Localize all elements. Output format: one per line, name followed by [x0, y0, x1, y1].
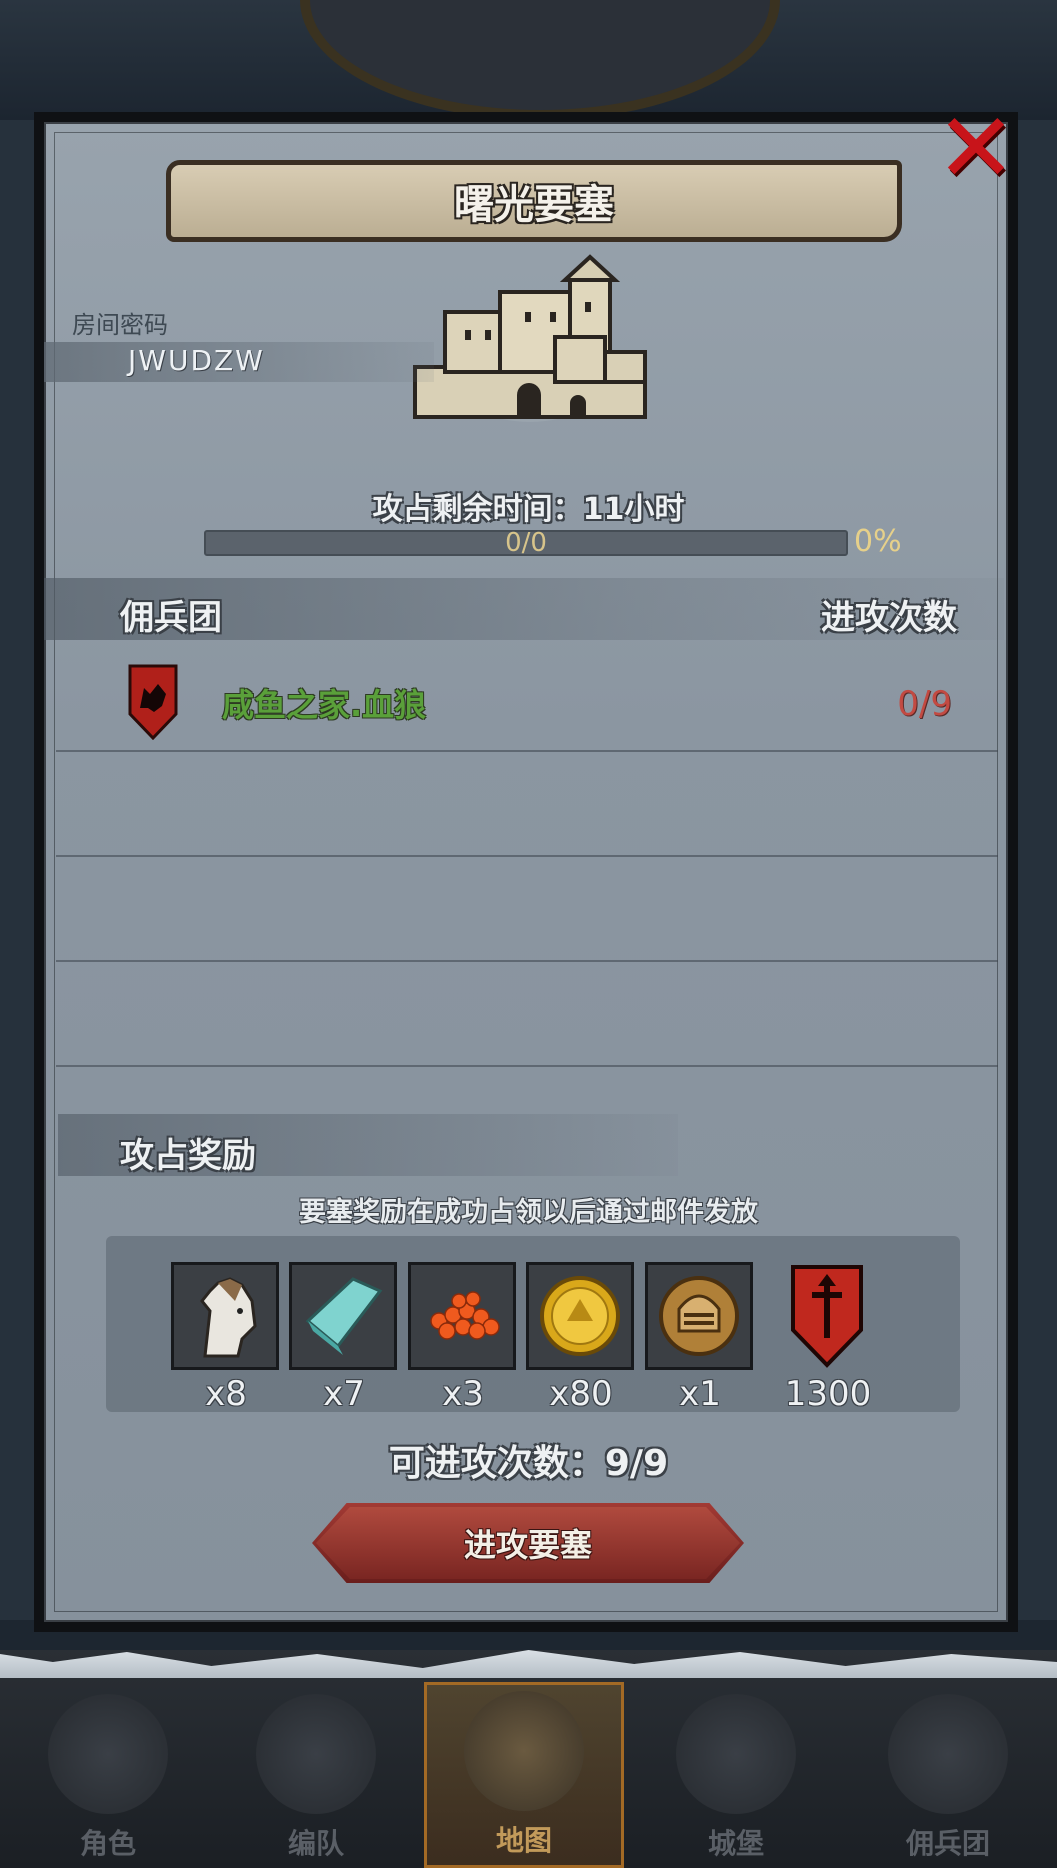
- guild-name[interactable]: 咸鱼之家.血狼: [222, 680, 426, 726]
- cloth-icon: [305, 1277, 383, 1355]
- nav-label: 城堡: [707, 1827, 764, 1860]
- castle-icon: [676, 1694, 796, 1814]
- reward-qty: x80: [549, 1374, 613, 1414]
- background-right: [1017, 120, 1057, 1620]
- room-code-value: JWUDZW: [128, 344, 265, 377]
- reward-item-cloth[interactable]: [289, 1262, 397, 1370]
- room-code-label: 房间密码: [72, 311, 168, 339]
- reward-item-berries[interactable]: [408, 1262, 516, 1370]
- row-divider: [56, 1065, 998, 1067]
- castle-icon: [413, 254, 647, 422]
- reward-title: 攻占奖励: [120, 1136, 256, 1176]
- close-icon[interactable]: ✕: [936, 100, 1016, 196]
- reward-qty: x8: [205, 1374, 247, 1414]
- nav-item-guild[interactable]: 佣兵团: [848, 1682, 1048, 1868]
- progress-percent: 0%: [854, 524, 902, 559]
- attack-fortress-button[interactable]: 进攻要塞: [312, 1503, 744, 1583]
- knight-helmet-coin-icon: [659, 1276, 739, 1356]
- reward-qty: 1300: [784, 1374, 872, 1414]
- capture-progress-bar: 0/0: [204, 528, 848, 558]
- row-divider: [56, 855, 998, 857]
- top-dial: [300, 0, 780, 120]
- guild-banner-icon: [791, 1265, 863, 1368]
- reward-item-helmet[interactable]: [645, 1262, 753, 1370]
- nav-label: 佣兵团: [905, 1827, 990, 1860]
- row-divider: [56, 960, 998, 962]
- time-remaining: 攻占剩余时间：11小时: [372, 492, 685, 527]
- berries-icon: [430, 1291, 500, 1340]
- guild-attack-count: 0/9: [897, 684, 952, 724]
- gold-coin-icon: [540, 1276, 620, 1356]
- reward-qty: x7: [323, 1374, 365, 1414]
- helmet-icon: [256, 1694, 376, 1814]
- modal-title: 曙光要塞: [454, 182, 614, 228]
- reward-item-horse[interactable]: [171, 1262, 279, 1370]
- nav-label: 角色: [79, 1827, 136, 1860]
- compass-icon: [464, 1691, 584, 1811]
- reward-item-gold[interactable]: [526, 1262, 634, 1370]
- nav-label: 编队: [287, 1827, 344, 1860]
- background-top: [0, 0, 1057, 120]
- knight-icon: [48, 1694, 168, 1814]
- row-divider: [56, 750, 998, 752]
- ship-icon: [888, 1694, 1008, 1814]
- nav-item-castle[interactable]: 城堡: [636, 1682, 836, 1868]
- nav-label: 地图: [495, 1824, 552, 1857]
- header-guild: 佣兵团: [120, 598, 222, 638]
- attack-button-label: 进攻要塞: [463, 1526, 592, 1564]
- title-banner: 曙光要塞: [166, 160, 902, 242]
- wolf-shield-icon: [128, 664, 178, 740]
- reward-note: 要塞奖励在成功占领以后通过邮件发放: [299, 1197, 758, 1228]
- reward-qty: x1: [679, 1374, 721, 1414]
- nav-item-map[interactable]: 地图: [424, 1682, 624, 1868]
- header-attack-count: 进攻次数: [821, 598, 957, 638]
- nav-item-character[interactable]: 角色: [8, 1682, 208, 1868]
- horse-icon: [200, 1277, 257, 1358]
- nav-item-formation[interactable]: 编队: [216, 1682, 416, 1868]
- reward-qty: x3: [442, 1374, 484, 1414]
- progress-text: 0/0: [505, 528, 547, 558]
- attacks-available: 可进攻次数：9/9: [388, 1443, 669, 1484]
